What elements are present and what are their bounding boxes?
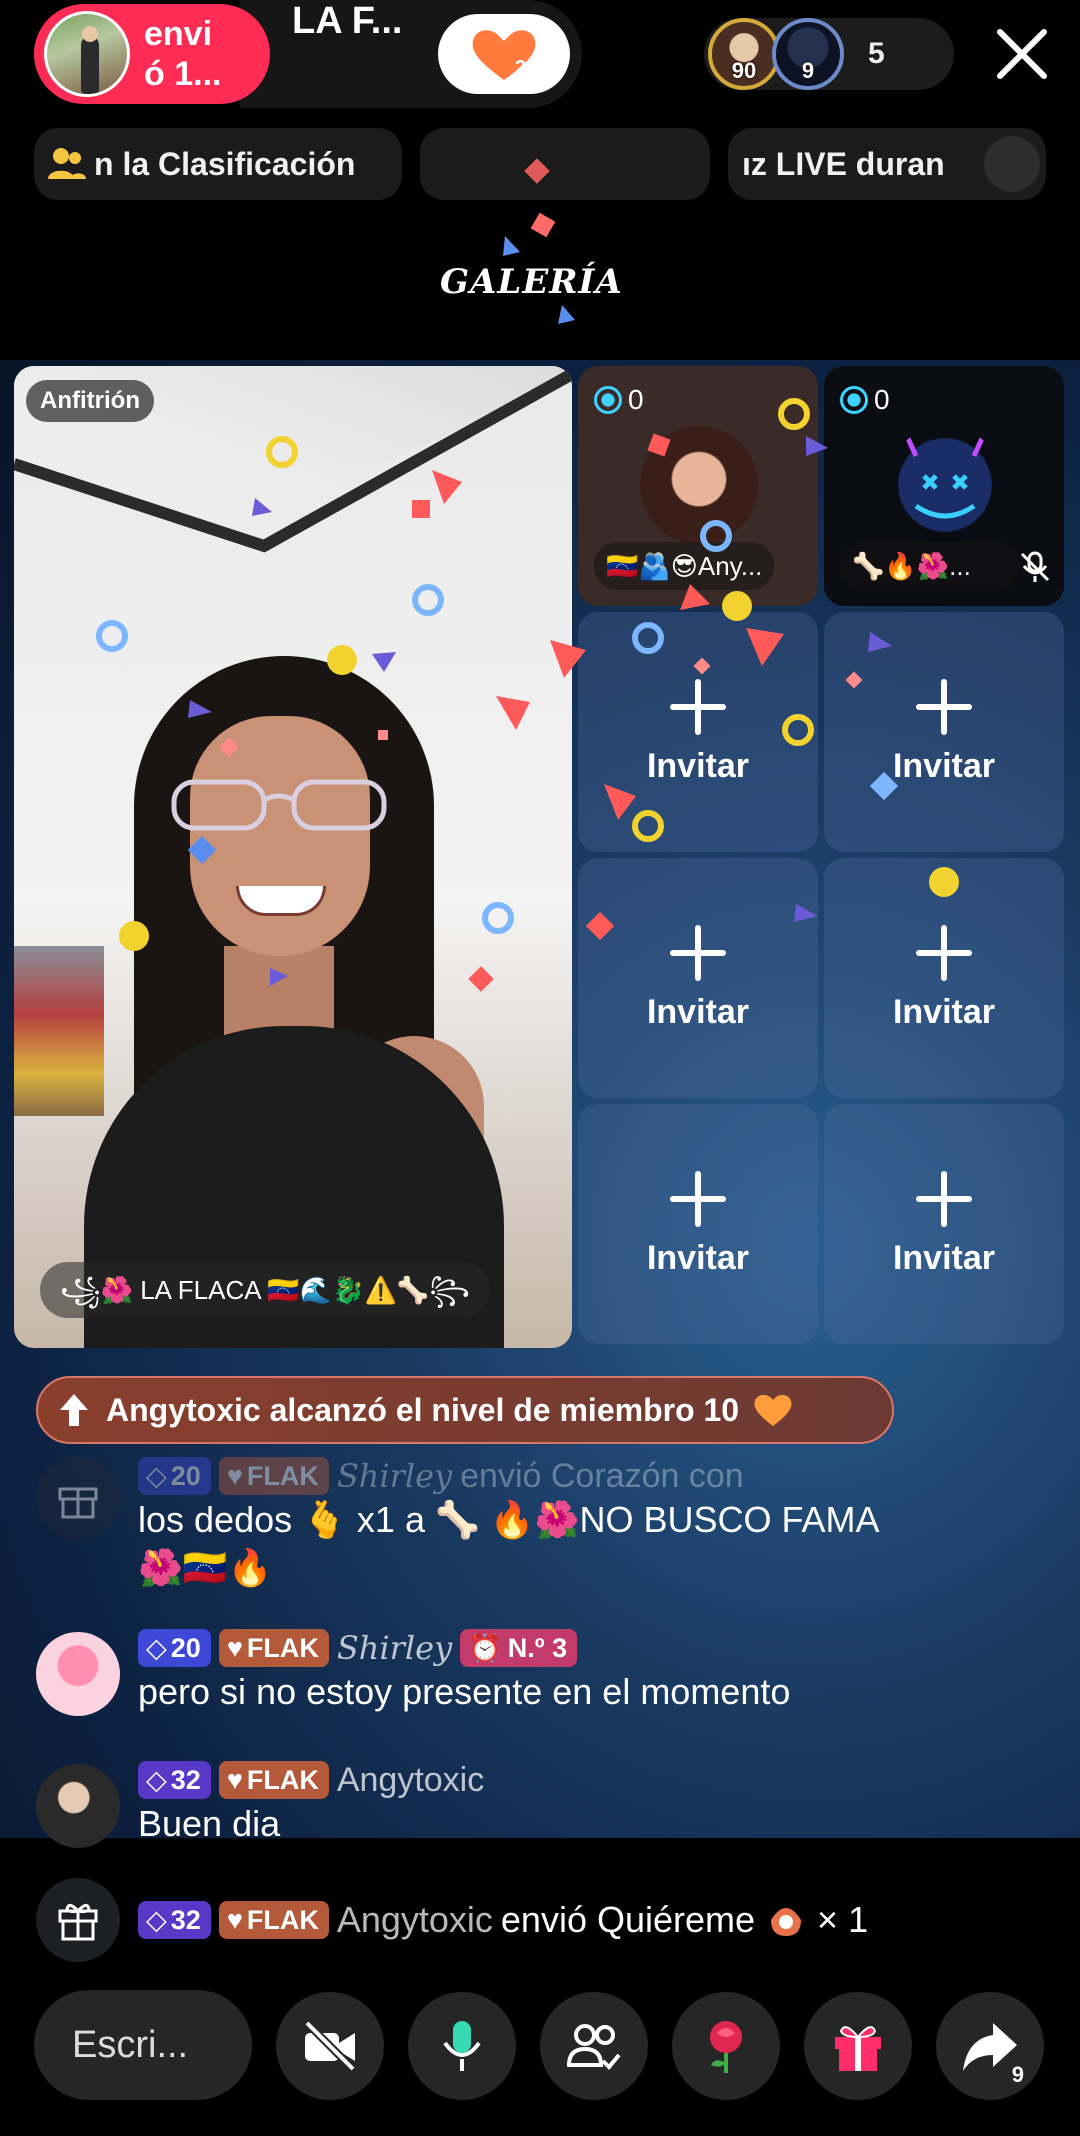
chat-username[interactable]: Shirley — [337, 1629, 452, 1667]
chat-gift-head: envió Corazón con — [460, 1456, 744, 1495]
gift-icon — [58, 1487, 98, 1519]
gift-count: × 1 — [817, 1899, 869, 1940]
like-button[interactable]: 22 — [438, 14, 570, 94]
rose-icon — [710, 2021, 742, 2073]
plus-icon — [916, 1170, 972, 1227]
room-title: LA F... — [292, 0, 403, 42]
share-count: 9 — [1011, 2062, 1024, 2087]
ranking-ticker-text: n la Clasificación — [94, 145, 356, 182]
gift-event-icon — [36, 1456, 120, 1540]
heart-icon: 22 — [472, 30, 537, 80]
neon-mask-icon — [903, 432, 987, 519]
level-badge: ◇ 32 — [138, 1901, 211, 1939]
viewer-count[interactable]: 5 — [868, 18, 885, 90]
chat-username[interactable]: Shirley — [337, 1457, 452, 1495]
chat-text: los dedos 🫰 x1 a 🦴 🔥🌺NO BUSCO FAMA — [138, 1499, 880, 1540]
ranking-ticker[interactable]: n la Clasificación — [34, 128, 402, 200]
guests-icon — [566, 2024, 621, 2070]
guest-coins: 0 — [594, 384, 644, 416]
chat-badges: ◇ 20 ♥ FLAK Shirley envió Corazón con — [138, 1456, 880, 1496]
live-ticker[interactable]: ız LIVE duran — [728, 128, 1046, 200]
ticker-empty[interactable] — [420, 128, 710, 200]
team-badge: ♥ FLAK — [218, 1901, 329, 1939]
chat-text: pero si no estoy presente en el momento — [138, 1671, 791, 1712]
mic-muted-icon — [1020, 551, 1050, 582]
level-up-banner: Angytoxic alcanzó el nivel de miembro 10 — [36, 1376, 894, 1444]
invite-slot[interactable]: Invitar — [578, 858, 818, 1098]
gift-button[interactable] — [804, 1992, 912, 2100]
gift-icon — [835, 2026, 881, 2071]
chat-text: Buen dia — [138, 1803, 281, 1844]
guest-avatar — [640, 426, 758, 544]
arrow-up-icon — [60, 1394, 88, 1426]
galeria-label[interactable]: GALERÍA — [440, 262, 623, 302]
gift-item-icon — [771, 1908, 802, 1936]
team-badge: ♥ FLAK — [218, 1457, 329, 1495]
guest-coins: 0 — [840, 384, 890, 416]
guest-seat[interactable]: 0 🦴🔥🌺... — [824, 366, 1064, 606]
host-avatar — [44, 11, 130, 97]
host-video[interactable]: Anfitrión ꧁🌺 LA FLACA 🇻🇪🌊🐉⚠️🦴꧂ — [14, 366, 572, 1348]
camera-toggle-button[interactable] — [276, 1992, 384, 2100]
level-badge: ◇ 20 — [138, 1457, 211, 1495]
coin-icon — [594, 386, 622, 414]
plus-icon — [670, 1170, 726, 1227]
level-up-text: Angytoxic alcanzó el nivel de miembro 10 — [106, 1391, 740, 1428]
gift-event-icon — [36, 1878, 120, 1962]
viewer-avatar[interactable]: 90 — [708, 18, 780, 90]
team-icon — [48, 148, 86, 179]
gift-icon — [58, 1904, 98, 1941]
team-badge: ♥ FLAK — [218, 1761, 329, 1799]
event-logo-icon — [984, 136, 1040, 192]
invite-slot[interactable]: Invitar — [578, 1104, 818, 1344]
invite-slot[interactable]: Invitar — [824, 612, 1064, 852]
shelf — [14, 946, 104, 1116]
share-button[interactable]: 9 — [936, 1992, 1044, 2100]
chat-text: 🌺🇻🇪🔥 — [138, 1547, 273, 1588]
chat-avatar[interactable] — [36, 1632, 120, 1716]
invite-slot[interactable]: Invitar — [578, 612, 818, 852]
heart-icon — [754, 1394, 792, 1426]
gift-sender[interactable]: Angytoxic — [337, 1899, 493, 1941]
chat-badges: ◇ 20 ♥ FLAK Shirley ⏰ N.º 3 — [138, 1628, 790, 1668]
video-off-icon — [304, 2020, 356, 2072]
plus-icon — [670, 678, 726, 735]
plus-icon — [916, 678, 972, 735]
mic-icon — [443, 2021, 481, 2071]
host-badge: Anfitrión — [26, 380, 154, 422]
like-count: 22 — [515, 57, 537, 79]
invite-slot[interactable]: Invitar — [824, 1104, 1064, 1344]
gift-action: envió Quiéreme — [500, 1899, 756, 1940]
plus-icon — [916, 924, 972, 981]
host-face — [190, 716, 370, 956]
guests-button[interactable] — [540, 1992, 648, 2100]
host-gift-pill[interactable]: envi ó 1... — [34, 4, 270, 104]
invite-slot[interactable]: Invitar — [824, 858, 1064, 1098]
level-badge: ◇ 32 — [138, 1761, 211, 1799]
rose-gift-button[interactable] — [672, 1992, 780, 2100]
viewer-avatar[interactable]: 9 — [772, 18, 844, 90]
glasses — [171, 779, 387, 831]
host-pill-text: envi ó 1... — [144, 15, 222, 93]
comment-input[interactable]: Escri... — [34, 1990, 252, 2100]
guest-avatar — [886, 426, 1004, 544]
team-badge: ♥ FLAK — [218, 1629, 329, 1667]
guest-name: 🇻🇪🫂😎Any... — [594, 542, 775, 590]
close-icon[interactable] — [994, 22, 1050, 86]
chat-avatar[interactable] — [36, 1764, 120, 1848]
host-name[interactable]: ꧁🌺 LA FLACA 🇻🇪🌊🐉⚠️🦴꧂ — [40, 1262, 490, 1318]
mic-button[interactable] — [408, 1992, 516, 2100]
guest-name: 🦴🔥🌺... — [840, 542, 1020, 590]
level-badge: ◇ 20 — [138, 1629, 211, 1667]
chat-badges: ◇ 32 ♥ FLAK Angytoxic — [138, 1760, 484, 1800]
guest-seat[interactable]: 0 🇻🇪🫂😎Any... — [578, 366, 818, 606]
coin-icon — [840, 386, 868, 414]
chat-badges: ◇ 32 ♥ FLAK Angytoxic envió Quiéreme × 1 — [138, 1899, 868, 1941]
rank-badge: ⏰ N.º 3 — [460, 1629, 578, 1667]
plus-icon — [670, 924, 726, 981]
chat-username[interactable]: Angytoxic — [337, 1761, 484, 1800]
live-ticker-text: ız LIVE duran — [742, 145, 945, 182]
